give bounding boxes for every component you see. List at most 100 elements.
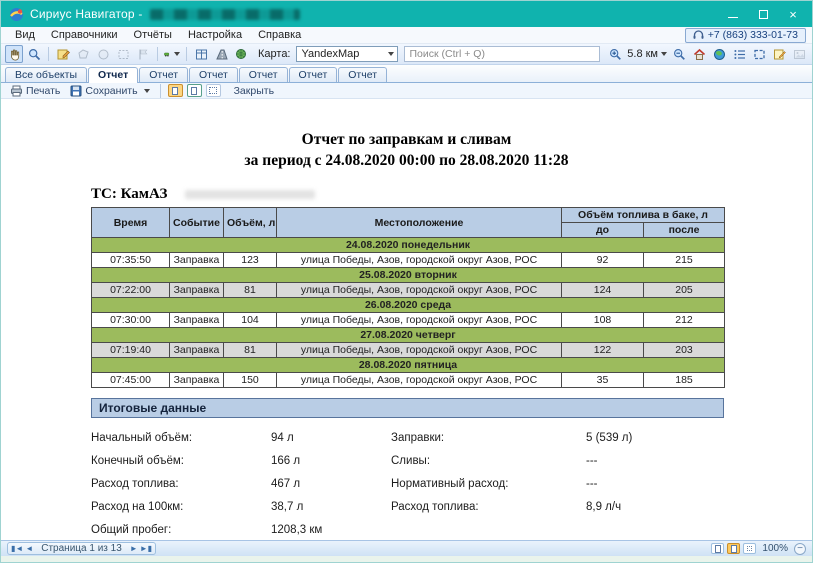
maximize-button[interactable] [748,1,778,27]
cell-volume: 123 [224,253,277,268]
map-select[interactable]: YandexMap [296,46,398,62]
vehicle-menu-button[interactable] [163,45,181,63]
minimize-button[interactable] [718,1,748,27]
circle-tool-button[interactable] [94,45,112,63]
cell-time: 07:30:00 [92,313,170,328]
summary-header: Итоговые данные [91,398,724,418]
notes-button[interactable] [770,45,788,63]
rect-select-button[interactable] [114,45,132,63]
col-header-location: Местоположение [277,208,562,238]
geo-search-button[interactable] [232,45,250,63]
continuous-view-button[interactable] [187,84,202,97]
summary-value: 94 л [271,432,294,444]
menu-settings[interactable]: Настройка [180,28,250,42]
cell-location: улица Победы, Азов, городской округ Азов… [277,343,562,358]
zoom-out-slider-button[interactable]: − [794,543,806,555]
support-phone-number: +7 (863) 333-01-73 [708,29,798,41]
page-icon [715,545,721,553]
polygon-tool-button[interactable] [74,45,92,63]
zoom-out-icon [673,48,686,61]
summary-value: --- [586,478,598,490]
cell-after: 205 [644,283,725,298]
zoom-level: 100% [762,543,788,554]
toolbar-separator [186,47,187,61]
route-button[interactable] [212,45,230,63]
report-table-body: 24.08.2020 понедельник07:35:50Заправка12… [92,238,725,388]
summary-label: Заправки: [391,432,586,444]
cell-event: Заправка [170,313,224,328]
close-report-button[interactable]: Закрыть [231,85,277,97]
support-phone-button[interactable]: +7 (863) 333-01-73 [685,28,806,43]
menu-view[interactable]: Вид [7,28,43,42]
date-group-row: 26.08.2020 среда [92,298,725,313]
group-date-label: 27.08.2020 четверг [92,328,725,343]
globe-icon [713,48,726,61]
date-group-row: 24.08.2020 понедельник [92,238,725,253]
tab-report-6[interactable]: Отчет [338,67,387,82]
main-toolbar: Карта: YandexMap 5.8 км [1,44,812,65]
col-header-before: до [562,223,644,238]
group-date-label: 25.08.2020 вторник [92,268,725,283]
group-date-label: 26.08.2020 среда [92,298,725,313]
date-group-row: 28.08.2020 пятница [92,358,725,373]
image-button[interactable] [790,45,808,63]
cell-event: Заправка [170,283,224,298]
view-mode-single-button[interactable] [711,543,724,554]
cell-after: 185 [644,373,725,388]
printer-icon [10,85,23,97]
single-page-view-button[interactable] [168,84,183,97]
scale-value: 5.8 км [627,48,658,60]
zoom-in-button[interactable] [606,45,624,63]
summary-value: 5 (539 л) [586,432,632,444]
tab-all-objects[interactable]: Все объекты [5,67,87,82]
menu-directories[interactable]: Справочники [43,28,126,42]
globe-button[interactable] [710,45,728,63]
legend-list-button[interactable] [730,45,748,63]
grid-view-button[interactable] [192,45,210,63]
headset-icon [693,30,704,40]
app-logo-icon [9,7,24,22]
scale-select[interactable]: 5.8 км [626,46,668,62]
cell-location: улица Победы, Азов, городской округ Азов… [277,373,562,388]
fit-icon [209,87,217,94]
close-button[interactable]: × [778,1,808,27]
first-page-button[interactable]: ▮◄ [11,545,23,553]
view-mode-multi-button[interactable] [743,543,756,554]
flag-tool-button[interactable] [134,45,152,63]
search-input[interactable] [404,46,601,62]
tab-report-3[interactable]: Отчет [189,67,238,82]
cell-volume: 104 [224,313,277,328]
cell-volume: 81 [224,283,277,298]
cell-after: 215 [644,253,725,268]
menu-reports[interactable]: Отчёты [126,28,180,42]
prev-page-button[interactable]: ◄ [25,545,33,553]
cell-before: 108 [562,313,644,328]
edit-map-icon [57,48,70,61]
save-button[interactable]: Сохранить [67,85,152,97]
print-button[interactable]: Печать [7,85,63,97]
zoom-tool-button[interactable] [25,45,43,63]
view-mode-fit-button[interactable] [727,543,740,554]
menu-bar: Вид Справочники Отчёты Настройка Справка… [1,27,812,44]
pan-tool-button[interactable] [5,45,23,63]
zoom-out-button[interactable] [670,45,688,63]
tab-report-active[interactable]: Отчет [88,67,138,83]
menu-help[interactable]: Справка [250,28,309,42]
tab-report-5[interactable]: Отчет [289,67,338,82]
list-icon [733,48,746,61]
summary-left: Начальный объём:94 лКонечный объём:166 л… [91,426,391,540]
vehicle-heading: ТС: КамАЗ [91,186,812,203]
tab-report-2[interactable]: Отчет [139,67,188,82]
summary-label: Расход топлива: [391,501,586,513]
map-label: Карта: [258,48,291,60]
frame-select-button[interactable] [750,45,768,63]
home-button[interactable] [690,45,708,63]
fit-width-button[interactable] [206,84,221,97]
tab-report-4[interactable]: Отчет [239,67,288,82]
toolbar-separator [157,47,158,61]
save-floppy-icon [70,85,82,97]
edit-geozone-button[interactable] [54,45,72,63]
last-page-button[interactable]: ►▮ [140,545,152,553]
next-page-button[interactable]: ► [130,545,138,553]
frame-icon [753,48,766,61]
